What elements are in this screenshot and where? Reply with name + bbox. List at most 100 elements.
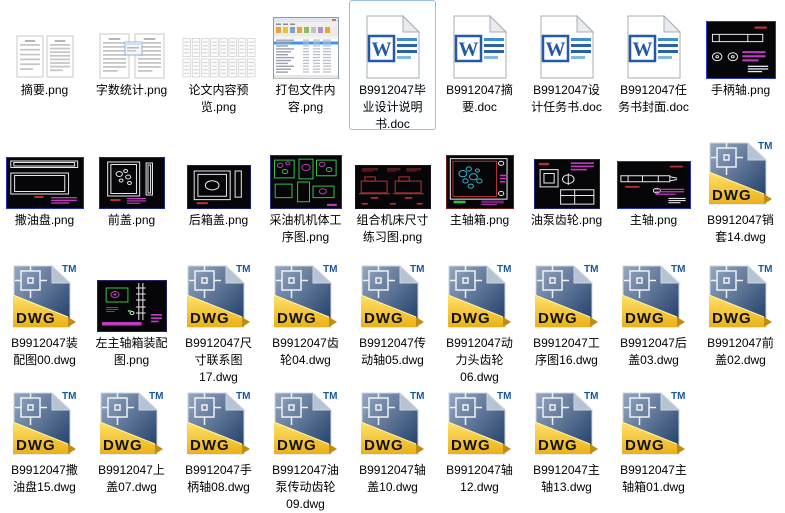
dwg-file-icon: TM DWG: [273, 254, 339, 332]
file-name: 主轴.png: [629, 213, 678, 227]
cad-machine-practice-icon: [354, 131, 431, 209]
file-name: 撒油盘.png: [14, 213, 75, 227]
svg-text:W: W: [458, 39, 478, 61]
file-item[interactable]: TM DWG B9912047手柄轴08.dwg: [175, 380, 262, 507]
file-item[interactable]: TM DWG B9912047撒油盘15.dwg: [1, 380, 88, 507]
svg-text:W: W: [545, 39, 565, 61]
file-name: B9912047前盖02.dwg: [707, 336, 774, 367]
svg-text:TM: TM: [584, 391, 598, 402]
dwg-file-icon: TM DWG: [621, 254, 687, 332]
file-name: B9912047齿轮04.dwg: [272, 336, 339, 367]
file-item[interactable]: TM DWG B9912047主轴箱01.dwg: [610, 380, 697, 507]
file-item[interactable]: 打包文件内容.png: [262, 0, 349, 130]
cad-oil-pan-icon: [5, 131, 84, 209]
dwg-file-icon: TM DWG: [273, 381, 339, 459]
svg-text:DWG: DWG: [712, 187, 752, 204]
file-item[interactable]: TM DWG B9912047齿轮04.dwg: [262, 253, 349, 380]
svg-text:TM: TM: [323, 391, 337, 402]
svg-text:DWG: DWG: [538, 310, 578, 327]
svg-text:DWG: DWG: [103, 437, 143, 454]
file-item[interactable]: 摘要.png: [1, 0, 88, 130]
file-item[interactable]: TM DWG B9912047前盖02.dwg: [697, 253, 784, 380]
svg-text:DWG: DWG: [451, 437, 491, 454]
svg-text:DWG: DWG: [190, 310, 230, 327]
file-item[interactable]: W B9912047任务书封面.doc: [610, 0, 697, 130]
file-item[interactable]: W B9912047摘要.doc: [436, 0, 523, 130]
cad-pump-gear-icon: [533, 131, 600, 209]
file-item[interactable]: 后箱盖.png: [175, 130, 262, 253]
file-item[interactable]: 手柄轴.png: [697, 0, 784, 130]
thumb-archive-window-icon: [272, 1, 339, 79]
file-item[interactable]: 油泵齿轮.png: [523, 130, 610, 253]
svg-text:DWG: DWG: [190, 437, 230, 454]
cad-spindle-icon: [616, 131, 691, 209]
dwg-file-icon: TM DWG: [447, 381, 513, 459]
file-name: B9912047毕业设计说明书.doc: [359, 83, 426, 131]
svg-text:TM: TM: [497, 391, 511, 402]
word-doc-icon: W: [453, 1, 507, 79]
dwg-file-icon: TM DWG: [360, 254, 426, 332]
file-name: 手柄轴.png: [710, 83, 771, 97]
dwg-file-icon: TM DWG: [534, 381, 600, 459]
file-item[interactable]: TM DWG B9912047上盖07.dwg: [88, 380, 175, 507]
file-name: 字数统计.png: [95, 83, 168, 97]
file-item[interactable]: TM DWG B9912047轴盖10.dwg: [349, 380, 436, 507]
file-name: 采油机机体工序图.png: [269, 213, 342, 244]
file-item[interactable]: 组合机床尺寸练习图.png: [349, 130, 436, 253]
thumb-abstract-icon: [16, 1, 74, 79]
file-item[interactable]: TM DWG B9912047工序图16.dwg: [523, 253, 610, 380]
file-name: B9912047油泵传动齿轮09.dwg: [272, 463, 339, 511]
svg-text:TM: TM: [758, 141, 772, 152]
dwg-file-icon: TM DWG: [708, 131, 774, 209]
svg-text:TM: TM: [149, 391, 163, 402]
file-item[interactable]: 主轴.png: [610, 130, 697, 253]
file-item[interactable]: 前盖.png: [88, 130, 175, 253]
svg-text:TM: TM: [410, 264, 424, 275]
file-item[interactable]: 左主轴箱装配图.png: [88, 253, 175, 380]
file-name: B9912047手柄轴08.dwg: [185, 463, 252, 494]
svg-text:TM: TM: [236, 264, 250, 275]
svg-text:DWG: DWG: [712, 310, 752, 327]
file-name: B9912047设计任务书.doc: [531, 83, 602, 114]
dwg-file-icon: TM DWG: [708, 254, 774, 332]
file-item[interactable]: 采油机机体工序图.png: [262, 130, 349, 253]
file-explorer-canvas: { "window": { "background": "#ffffff" },…: [0, 0, 785, 511]
file-name: B9912047尺寸联系图17.dwg: [185, 336, 252, 384]
svg-text:W: W: [371, 39, 391, 61]
file-name: B9912047轴盖10.dwg: [359, 463, 426, 494]
file-name: 摘要.png: [20, 83, 69, 97]
file-item[interactable]: W B9912047设计任务书.doc: [523, 0, 610, 130]
file-name: B9912047传动轴05.dwg: [359, 336, 426, 367]
file-name: B9912047轴12.dwg: [446, 463, 513, 494]
file-item[interactable]: TM DWG B9912047油泵传动齿轮09.dwg: [262, 380, 349, 511]
svg-text:TM: TM: [671, 264, 685, 275]
svg-text:TM: TM: [236, 391, 250, 402]
file-item[interactable]: TM DWG B9912047尺寸联系图17.dwg: [175, 253, 262, 384]
file-name: B9912047动力头齿轮06.dwg: [446, 336, 513, 384]
file-item[interactable]: W B9912047毕业设计说明书.doc: [349, 0, 436, 131]
file-item[interactable]: 论文内容预览.png: [175, 0, 262, 130]
file-name: B9912047摘要.doc: [446, 83, 513, 114]
svg-text:DWG: DWG: [451, 310, 491, 327]
file-item[interactable]: 撒油盘.png: [1, 130, 88, 253]
file-item[interactable]: TM DWG B9912047装配图00.dwg: [1, 253, 88, 380]
file-item[interactable]: TM DWG B9912047销套14.dwg: [697, 130, 784, 253]
dwg-file-icon: TM DWG: [186, 254, 252, 332]
file-name: 打包文件内容.png: [275, 83, 336, 114]
file-item[interactable]: TM DWG B9912047传动轴05.dwg: [349, 253, 436, 380]
svg-text:DWG: DWG: [538, 437, 578, 454]
dwg-file-icon: TM DWG: [621, 381, 687, 459]
file-item[interactable]: TM DWG B9912047主轴13.dwg: [523, 380, 610, 507]
svg-text:DWG: DWG: [625, 437, 665, 454]
file-name: 主轴箱.png: [449, 213, 510, 227]
file-item[interactable]: TM DWG B9912047动力头齿轮06.dwg: [436, 253, 523, 384]
file-name: B9912047主轴13.dwg: [533, 463, 600, 494]
file-name: 组合机床尺寸练习图.png: [356, 213, 429, 244]
file-item[interactable]: 字数统计.png: [88, 0, 175, 130]
svg-text:DWG: DWG: [16, 437, 56, 454]
file-item[interactable]: TM DWG B9912047轴12.dwg: [436, 380, 523, 507]
file-name: 前盖.png: [107, 213, 156, 227]
file-item[interactable]: TM DWG B9912047后盖03.dwg: [610, 253, 697, 380]
svg-text:TM: TM: [671, 391, 685, 402]
file-item[interactable]: 主轴箱.png: [436, 130, 523, 253]
